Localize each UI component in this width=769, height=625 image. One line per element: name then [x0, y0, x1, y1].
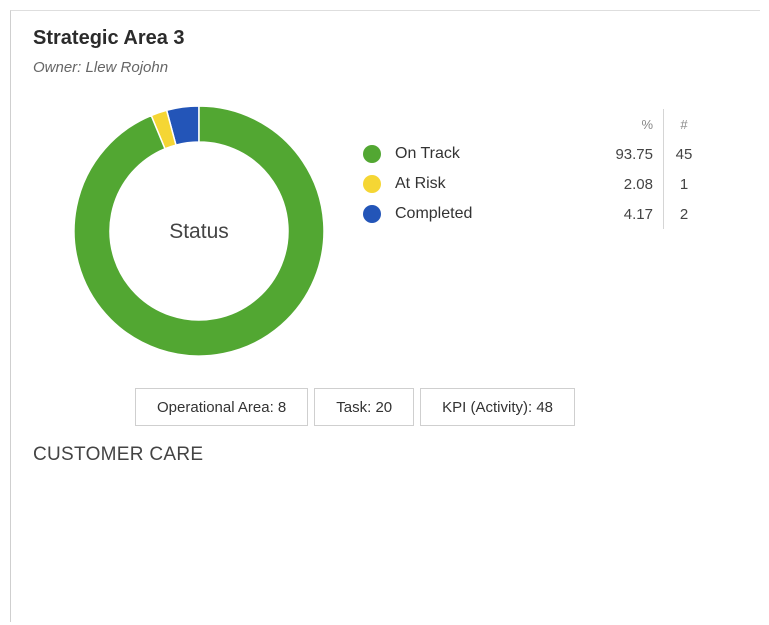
legend-item-completed[interactable]: Completed: [363, 199, 533, 229]
on-track-dot-icon: [363, 145, 381, 163]
legend-label: Completed: [395, 205, 473, 222]
count-column-header: #: [680, 116, 688, 132]
card-title: Strategic Area 3: [33, 27, 185, 49]
operational-area-button[interactable]: Operational Area: 8: [135, 388, 309, 426]
section-label: CUSTOMER CARE: [33, 444, 204, 465]
legend-item-on-track[interactable]: On Track: [363, 139, 533, 169]
stats-header-row: % #: [606, 109, 746, 139]
status-donut-chart: Status: [73, 105, 325, 357]
legend-label: On Track: [395, 145, 460, 162]
count-value: 45: [675, 145, 693, 163]
percent-value: 93.75: [606, 139, 664, 169]
chart-legend: On Track At Risk Completed: [363, 139, 533, 229]
kpi-activity-button[interactable]: KPI (Activity): 48: [420, 388, 575, 426]
at-risk-dot-icon: [363, 175, 381, 193]
legend-label: At Risk: [395, 175, 446, 192]
percent-value: 2.08: [606, 169, 664, 199]
donut-center-label: Status: [169, 220, 229, 243]
stats-row-on-track: 93.75 45: [606, 139, 746, 169]
stats-row-at-risk: 2.08 1: [606, 169, 746, 199]
owner-label: Owner: Llew Rojohn: [33, 59, 169, 76]
percent-value: 4.17: [606, 199, 664, 229]
percent-column-header: %: [606, 109, 664, 139]
completed-dot-icon: [363, 205, 381, 223]
count-value: 1: [679, 175, 689, 193]
count-value: 2: [679, 205, 689, 223]
task-button[interactable]: Task: 20: [314, 388, 415, 426]
stats-row-completed: 4.17 2: [606, 199, 746, 229]
status-stats-table: % # 93.75 45 2.08 1 4.17 2: [606, 109, 746, 229]
legend-item-at-risk[interactable]: At Risk: [363, 169, 533, 199]
summary-buttons: Operational Area: 8 Task: 20 KPI (Activi…: [135, 388, 575, 426]
strategic-area-card: Strategic Area 3 Owner: Llew Rojohn Stat…: [10, 10, 760, 622]
